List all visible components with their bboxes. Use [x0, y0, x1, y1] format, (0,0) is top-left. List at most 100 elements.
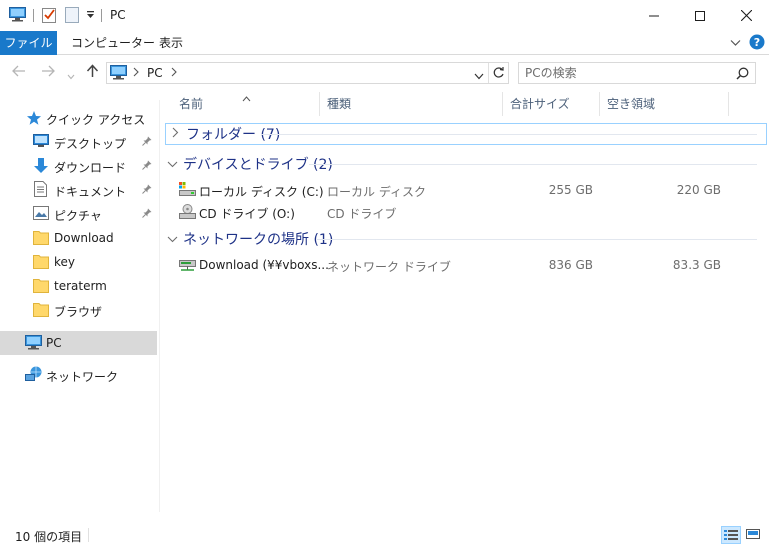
refresh-icon[interactable]	[492, 66, 505, 82]
pin-icon[interactable]	[142, 136, 152, 149]
computer-icon	[110, 65, 127, 83]
search-box[interactable]	[518, 62, 756, 84]
tab-file[interactable]: ファイル	[0, 31, 57, 55]
sidebar-item-folder-browser[interactable]: ブラウザ	[0, 298, 157, 322]
group-header-devices[interactable]: デバイスとドライブ (2)	[165, 153, 333, 175]
drive-name: Download (¥¥vboxs...	[199, 258, 329, 272]
drive-type: CD ドライブ	[327, 207, 397, 221]
recent-dropdown-chevron-icon[interactable]	[67, 68, 75, 84]
minimize-button[interactable]	[631, 0, 677, 31]
back-arrow-icon[interactable]	[12, 65, 26, 81]
group-header-network-locations[interactable]: ネットワークの場所 (1)	[165, 228, 333, 250]
item-count: 10 個の項目	[15, 530, 83, 544]
qat-dropdown-icon[interactable]	[86, 9, 95, 23]
drive-row-c[interactable]: ローカル ディスク (C:) ローカル ディスク 255 GB 220 GB	[175, 179, 755, 201]
help-icon[interactable]: ?	[749, 34, 765, 53]
new-folder-icon[interactable]	[65, 7, 79, 26]
breadcrumb-separator-icon[interactable]	[171, 66, 177, 80]
close-icon	[740, 10, 752, 21]
desktop-icon	[33, 134, 49, 150]
sidebar-item-label: ドキュメント	[54, 185, 127, 199]
status-bar: 10 個の項目	[0, 522, 769, 548]
cd-drive-icon	[179, 204, 196, 222]
sidebar-item-folder-key[interactable]: key	[0, 250, 157, 274]
sidebar-item-pc[interactable]: PC	[0, 331, 157, 355]
column-header-total-size[interactable]: 合計サイズ	[510, 90, 570, 118]
breadcrumb-pc[interactable]: PC	[147, 66, 163, 80]
sort-ascending-icon	[242, 91, 251, 105]
hard-drive-icon	[179, 182, 196, 200]
network-icon	[25, 366, 42, 382]
download-arrow-icon	[34, 158, 50, 174]
tab-view[interactable]: 表示	[147, 31, 195, 55]
sidebar-item-quick-access[interactable]: クイック アクセス	[0, 106, 157, 130]
drive-free-space: 83.3 GB	[672, 258, 721, 272]
document-icon	[34, 181, 50, 197]
sidebar-item-label: PC	[46, 336, 62, 350]
file-list: 名前 種類 合計サイズ 空き領域 フォルダー (7) デバイスとドライブ (2)…	[161, 90, 769, 512]
sidebar-item-documents[interactable]: ドキュメント	[0, 178, 157, 202]
properties-check-icon[interactable]	[42, 7, 57, 26]
column-header-type[interactable]: 種類	[327, 90, 351, 118]
drive-name: ローカル ディスク (C:)	[199, 185, 324, 199]
computer-icon	[25, 335, 42, 351]
pin-icon[interactable]	[142, 160, 152, 173]
drive-total-size: 255 GB	[548, 183, 593, 197]
column-header-free-space[interactable]: 空き領域	[607, 90, 655, 118]
search-input[interactable]	[525, 65, 725, 81]
title-bar: PC	[0, 0, 769, 31]
up-arrow-icon[interactable]	[86, 64, 99, 82]
address-dropdown-chevron-icon[interactable]	[474, 69, 484, 83]
pin-icon[interactable]	[142, 184, 152, 197]
sidebar-item-downloads[interactable]: ダウンロード	[0, 154, 157, 178]
star-icon	[26, 110, 42, 126]
folder-icon	[33, 278, 49, 294]
column-header-name[interactable]: 名前	[179, 90, 203, 118]
drive-total-size: 836 GB	[548, 258, 593, 272]
sidebar-item-label: ピクチャ	[54, 209, 102, 223]
window-title: PC	[110, 8, 126, 22]
folder-icon	[33, 254, 49, 270]
sidebar-item-label: ダウンロード	[54, 161, 127, 175]
sidebar-item-desktop[interactable]: デスクトップ	[0, 130, 157, 154]
folder-icon	[33, 302, 49, 318]
pictures-icon	[33, 206, 49, 222]
ribbon-tabs: ファイル コンピューター 表示 ?	[0, 31, 769, 55]
minimize-icon	[649, 15, 659, 16]
computer-icon	[9, 7, 26, 25]
group-label: ネットワークの場所 (1)	[183, 232, 334, 248]
sidebar-item-label: Download	[54, 231, 114, 245]
folder-icon	[33, 230, 49, 246]
maximize-icon	[695, 10, 705, 21]
sidebar-item-folder-download[interactable]: Download	[0, 226, 157, 250]
sidebar-item-label: ネットワーク	[46, 370, 119, 384]
drive-type: ネットワーク ドライブ	[327, 260, 451, 274]
chevron-right-icon	[168, 127, 182, 141]
sidebar-item-network[interactable]: ネットワーク	[0, 363, 157, 387]
close-button[interactable]	[723, 0, 769, 31]
svg-text:?: ?	[754, 36, 760, 49]
maximize-button[interactable]	[677, 0, 723, 31]
details-view-icon[interactable]	[721, 526, 741, 544]
drive-row-cd[interactable]: CD ドライブ (O:) CD ドライブ	[175, 201, 755, 223]
drive-name: CD ドライブ (O:)	[199, 207, 295, 221]
breadcrumb-separator-icon[interactable]	[133, 66, 139, 80]
sidebar-item-label: ブラウザ	[54, 305, 103, 319]
sidebar-item-pictures[interactable]: ピクチャ	[0, 202, 157, 226]
large-icons-view-icon[interactable]	[744, 526, 764, 544]
chevron-down-icon	[165, 233, 179, 246]
navigation-pane: クイック アクセス デスクトップ ダウンロード ドキュメント ピクチャ Down…	[0, 100, 160, 512]
sidebar-item-folder-teraterm[interactable]: teraterm	[0, 274, 157, 298]
ribbon-expand-chevron-icon[interactable]	[730, 36, 741, 50]
sidebar-item-label: teraterm	[54, 279, 107, 293]
drive-free-space: 220 GB	[676, 183, 721, 197]
network-drive-icon	[179, 257, 196, 275]
sidebar-item-label: クイック アクセス	[46, 113, 146, 127]
sidebar-item-label: key	[54, 255, 76, 269]
network-drive-row[interactable]: Download (¥¥vboxs... ネットワーク ドライブ 836 GB …	[175, 254, 755, 276]
address-bar[interactable]: PC	[106, 62, 509, 84]
pin-icon[interactable]	[142, 208, 152, 221]
search-icon[interactable]	[736, 67, 749, 83]
forward-arrow-icon[interactable]	[41, 65, 55, 81]
chevron-down-icon	[165, 158, 179, 171]
